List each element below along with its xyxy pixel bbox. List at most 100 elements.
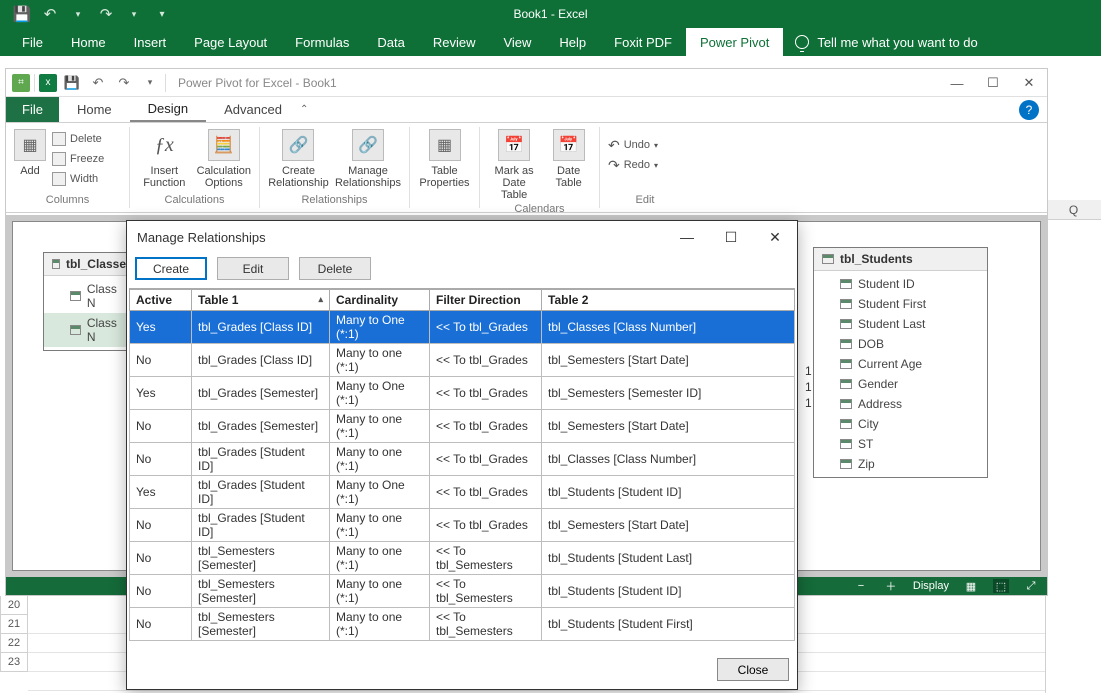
undo-icon[interactable]: ↶ <box>36 0 64 28</box>
fit-icon[interactable]: ⤢ <box>1023 579 1039 593</box>
tab-foxit[interactable]: Foxit PDF <box>600 28 686 56</box>
redo-icon[interactable]: ↷ <box>113 72 135 94</box>
row-22[interactable]: 22 <box>0 634 28 653</box>
row-20[interactable]: 20 <box>0 596 28 615</box>
customize-qat-icon[interactable]: ▾ <box>148 0 176 28</box>
col-cardinality[interactable]: Cardinality <box>330 290 430 311</box>
field-item[interactable]: Class N <box>44 313 134 347</box>
minimize-icon[interactable]: — <box>939 69 975 97</box>
redo-icon[interactable]: ↷ <box>92 0 120 28</box>
close-icon[interactable]: ✕ <box>1011 69 1047 97</box>
field-item[interactable]: Gender <box>814 374 987 394</box>
zoom-out-icon[interactable]: − <box>853 579 869 593</box>
table-classes[interactable]: tbl_Classe Class N Class N <box>43 252 135 351</box>
table-row[interactable]: Yestbl_Grades [Semester]Many to One (*:1… <box>130 377 795 410</box>
crel-label: Create Relationship <box>268 165 329 189</box>
table-row[interactable]: Yestbl_Grades [Student ID]Many to One (*… <box>130 476 795 509</box>
width-button[interactable]: Width <box>52 169 132 189</box>
undo-button[interactable]: ↶Undo▾ <box>608 135 688 155</box>
diagram-view-icon[interactable]: ⬚ <box>993 579 1009 593</box>
tab-view[interactable]: View <box>489 28 545 56</box>
cell: Many to One (*:1) <box>330 476 430 509</box>
close-button[interactable]: Close <box>717 658 789 681</box>
add-column-button[interactable]: ▦Add <box>14 129 46 177</box>
edit-button[interactable]: Edit <box>217 257 289 280</box>
create-relationship-button[interactable]: 🔗Create Relationship <box>268 129 329 189</box>
field-item[interactable]: ST <box>814 434 987 454</box>
tab-home[interactable]: Home <box>57 28 120 56</box>
pp-tab-design[interactable]: Design <box>130 97 206 122</box>
field-item[interactable]: Student ID <box>814 274 987 294</box>
field-item[interactable]: Address <box>814 394 987 414</box>
tab-pagelayout[interactable]: Page Layout <box>180 28 281 56</box>
table-properties-button[interactable]: ▦Table Properties <box>418 129 471 189</box>
tellme[interactable]: Tell me what you want to do <box>783 28 989 56</box>
col-q[interactable]: Q <box>1046 200 1101 220</box>
zoom-in-icon[interactable]: ＋ <box>883 579 899 593</box>
close-icon[interactable]: ✕ <box>753 221 797 253</box>
table-row[interactable]: Notbl_Grades [Student ID]Many to one (*:… <box>130 509 795 542</box>
collapse-ribbon-icon[interactable]: ⌃ <box>300 104 308 115</box>
fn-label: Insert Function <box>143 165 185 189</box>
col-table2[interactable]: Table 2 <box>542 290 795 311</box>
field-item[interactable]: Student First <box>814 294 987 314</box>
tab-file[interactable]: File <box>8 28 57 56</box>
delete-column-button[interactable]: Delete <box>52 129 132 149</box>
table-row[interactable]: Notbl_Grades [Student ID]Many to one (*:… <box>130 443 795 476</box>
excel-icon[interactable]: x <box>39 74 57 92</box>
table-row[interactable]: Notbl_Grades [Semester]Many to one (*:1)… <box>130 410 795 443</box>
pp-tab-advanced[interactable]: Advanced <box>206 97 300 122</box>
maximize-icon[interactable]: ☐ <box>709 221 753 253</box>
create-button[interactable]: Create <box>135 257 207 280</box>
relationships-grid[interactable]: Active Table 1▴ Cardinality Filter Direc… <box>129 288 795 641</box>
calc-options-button[interactable]: 🧮Calculation Options <box>197 129 251 189</box>
col-table1[interactable]: Table 1▴ <box>192 290 330 311</box>
insert-function-button[interactable]: ƒxInsert Function <box>138 129 191 189</box>
table-row[interactable]: Notbl_Semesters [Semester]Many to one (*… <box>130 575 795 608</box>
tab-help[interactable]: Help <box>545 28 600 56</box>
table-row[interactable]: Notbl_Semesters [Semester]Many to one (*… <box>130 608 795 641</box>
pp-tab-file[interactable]: File <box>6 97 59 122</box>
field-item[interactable]: Student Last <box>814 314 987 334</box>
tab-insert[interactable]: Insert <box>120 28 181 56</box>
table-row[interactable]: Yestbl_Grades [Class ID]Many to One (*:1… <box>130 311 795 344</box>
field-item[interactable]: Zip <box>814 454 987 474</box>
chevron-down-icon[interactable]: ▾ <box>120 0 148 28</box>
delete-button[interactable]: Delete <box>299 257 371 280</box>
manage-relationships-button[interactable]: 🔗Manage Relationships <box>335 129 401 189</box>
field-item[interactable]: Current Age <box>814 354 987 374</box>
dialog-toolbar: Create Edit Delete <box>127 253 797 288</box>
table-row[interactable]: Notbl_Semesters [Semester]Many to one (*… <box>130 542 795 575</box>
date-table-button[interactable]: 📅Date Table <box>546 129 591 189</box>
tab-formulas[interactable]: Formulas <box>281 28 363 56</box>
col-active[interactable]: Active <box>130 290 192 311</box>
tab-powerpivot[interactable]: Power Pivot <box>686 28 783 56</box>
minimize-icon[interactable]: — <box>665 221 709 253</box>
save-icon[interactable]: 💾 <box>61 72 83 94</box>
cardinality-label: 1 <box>805 380 812 394</box>
chevron-down-icon[interactable]: ▾ <box>64 0 92 28</box>
redo-button[interactable]: ↷Redo▾ <box>608 155 688 175</box>
col-filter[interactable]: Filter Direction <box>430 290 542 311</box>
help-icon[interactable]: ? <box>1019 100 1039 120</box>
qat-dropdown-icon[interactable]: ▾ <box>139 72 161 94</box>
row-21[interactable]: 21 <box>0 615 28 634</box>
field-item[interactable]: Class N <box>44 279 134 313</box>
field-item[interactable]: City <box>814 414 987 434</box>
cal-group-label: Calendars <box>488 201 591 215</box>
save-icon[interactable]: 💾 <box>8 0 36 28</box>
field-item[interactable]: DOB <box>814 334 987 354</box>
mark-date-table-button[interactable]: 📅Mark as Date Table <box>488 129 540 201</box>
tab-review[interactable]: Review <box>419 28 490 56</box>
undo-icon[interactable]: ↶ <box>87 72 109 94</box>
table-students[interactable]: tbl_Students Student IDStudent FirstStud… <box>813 247 988 478</box>
row-23[interactable]: 23 <box>0 653 28 672</box>
maximize-icon[interactable]: ☐ <box>975 69 1011 97</box>
table-row[interactable]: Notbl_Grades [Class ID]Many to one (*:1)… <box>130 344 795 377</box>
freeze-column-button[interactable]: Freeze <box>52 149 132 169</box>
grid-view-icon[interactable]: ▦ <box>963 579 979 593</box>
cell: tbl_Semesters [Semester] <box>192 608 330 641</box>
tab-data[interactable]: Data <box>363 28 418 56</box>
cell: tbl_Classes [Class Number] <box>542 443 795 476</box>
pp-tab-home[interactable]: Home <box>59 97 130 122</box>
